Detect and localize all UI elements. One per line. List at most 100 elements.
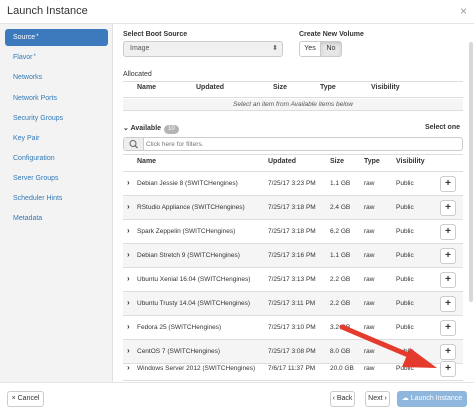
available-col-visibility: Visibility: [396, 158, 425, 165]
allocate-button[interactable]: +: [440, 224, 456, 240]
image-name: Debian Jessie 8 (SWITCHengines): [137, 180, 238, 187]
create-volume-label: Create New Volume: [299, 31, 364, 38]
sidebar-item-network-ports[interactable]: Network Ports: [5, 90, 108, 107]
sidebar-item-label: Flavor: [13, 54, 33, 61]
allocate-button[interactable]: +: [440, 248, 456, 264]
chevron-right-icon[interactable]: ›: [127, 178, 130, 187]
sidebar-item-flavor[interactable]: Flavor*: [5, 49, 108, 66]
sidebar-item-label: Source: [13, 34, 36, 41]
allocated-col-updated: Updated: [196, 84, 224, 91]
image-row[interactable]: › Fedora 25 (SWITCHengines) 7/25/17 3:10…: [123, 316, 463, 340]
filter-bar[interactable]: [123, 137, 463, 151]
cancel-label: Cancel: [17, 395, 40, 402]
image-size: 3.2 GB: [330, 324, 351, 331]
sidebar-item-label: Server Groups: [13, 175, 59, 182]
available-col-name: Name: [137, 158, 157, 165]
allocate-button[interactable]: +: [440, 176, 456, 192]
image-name: Debian Stretch 9 (SWITCHengines): [137, 252, 240, 259]
filter-input[interactable]: [146, 139, 446, 149]
image-updated: 7/25/17 3:23 PM: [268, 180, 316, 187]
image-name: RStudio Appliance (SWITCHengines): [137, 204, 245, 211]
image-size: 2.2 GB: [330, 276, 351, 283]
required-marker: *: [36, 34, 39, 40]
allocate-button[interactable]: +: [440, 320, 456, 336]
image-row[interactable]: › Spark Zeppelin (SWITCHengines) 7/25/17…: [123, 220, 463, 244]
launch-label: Launch Instance: [410, 395, 463, 402]
chevron-right-icon: ›: [382, 395, 387, 402]
cancel-button[interactable]: × Cancel: [7, 391, 44, 407]
image-visibility: Public: [396, 180, 414, 187]
chevron-right-icon[interactable]: ›: [127, 202, 130, 211]
sidebar-item-label: Networks: [13, 74, 43, 81]
sidebar-item-server-groups[interactable]: Server Groups: [5, 170, 108, 187]
image-type: raw: [364, 300, 375, 307]
image-row[interactable]: › Ubuntu Xenial 16.04 (SWITCHengines) 7/…: [123, 268, 463, 292]
image-updated: 7/25/17 3:10 PM: [268, 324, 316, 331]
image-row[interactable]: › Debian Jessie 8 (SWITCHengines) 7/25/1…: [123, 172, 463, 196]
allocate-button[interactable]: +: [440, 361, 456, 377]
image-row[interactable]: › RStudio Appliance (SWITCHengines) 7/25…: [123, 196, 463, 220]
back-label: Back: [336, 395, 353, 402]
sidebar-item-key-pair[interactable]: Key Pair: [5, 130, 108, 147]
available-count-badge: 10: [164, 125, 179, 134]
create-volume-no-button[interactable]: No: [321, 41, 342, 57]
create-volume-yes-button[interactable]: Yes: [299, 41, 321, 57]
chevron-right-icon[interactable]: ›: [127, 346, 130, 355]
sidebar-item-metadata[interactable]: Metadata: [5, 210, 108, 227]
sidebar-item-label: Metadata: [13, 215, 43, 222]
image-updated: 7/25/17 3:13 PM: [268, 276, 316, 283]
allocate-button[interactable]: +: [440, 200, 456, 216]
launch-instance-button[interactable]: ☁ Launch Instance: [397, 391, 467, 407]
sidebar-item-source[interactable]: Source*: [5, 29, 108, 46]
image-size: 1.1 GB: [330, 252, 351, 259]
boot-source-label: Select Boot Source: [123, 31, 188, 38]
image-updated: 7/25/17 3:16 PM: [268, 252, 316, 259]
chevron-right-icon[interactable]: ›: [127, 363, 130, 372]
divider: [123, 97, 463, 98]
available-toggle[interactable]: ⌄ Available 10: [123, 124, 179, 134]
image-row[interactable]: › Windows Server 2012 (SWITCHengines) 7/…: [123, 357, 463, 381]
scrollbar[interactable]: [469, 42, 473, 302]
sidebar-item-configuration[interactable]: Configuration: [5, 150, 108, 167]
image-size: 20.0 GB: [330, 365, 354, 372]
image-row[interactable]: › Debian Stretch 9 (SWITCHengines) 7/25/…: [123, 244, 463, 268]
image-size: 6.2 GB: [330, 228, 351, 235]
back-button[interactable]: ‹ Back: [330, 391, 355, 407]
available-col-size: Size: [330, 158, 345, 165]
close-icon[interactable]: ×: [460, 4, 467, 18]
image-type: raw: [364, 252, 375, 259]
sidebar-item-scheduler-hints[interactable]: Scheduler Hints: [5, 190, 108, 207]
next-button[interactable]: Next ›: [365, 391, 390, 407]
image-visibility: Public: [396, 252, 414, 259]
chevron-right-icon[interactable]: ›: [127, 274, 130, 283]
allocate-button[interactable]: +: [440, 296, 456, 312]
allocate-button[interactable]: +: [440, 272, 456, 288]
modal-footer: × Cancel ‹ Back Next › ☁ Launch Instance: [0, 382, 474, 413]
boot-source-select[interactable]: Image ⬍: [123, 41, 283, 57]
select-arrows-icon: ⬍: [272, 45, 278, 52]
image-visibility: Public: [396, 365, 414, 372]
image-name: Ubuntu Trusty 14.04 (SWITCHengines): [137, 300, 251, 307]
allocated-col-type: Type: [320, 84, 336, 91]
image-updated: 7/25/17 3:11 PM: [268, 300, 316, 307]
image-size: 2.2 GB: [330, 300, 351, 307]
available-label: Available: [130, 125, 162, 132]
image-type: raw: [364, 204, 375, 211]
boot-source-value: Image: [130, 45, 150, 52]
image-visibility: Public: [396, 300, 414, 307]
image-name: Windows Server 2012 (SWITCHengines): [137, 365, 256, 372]
next-label: Next: [368, 395, 383, 402]
chevron-right-icon[interactable]: ›: [127, 250, 130, 259]
sidebar-item-security-groups[interactable]: Security Groups: [5, 110, 108, 127]
image-row[interactable]: › Ubuntu Trusty 14.04 (SWITCHengines) 7/…: [123, 292, 463, 316]
image-updated: 7/25/17 3:08 PM: [268, 348, 316, 355]
available-col-updated: Updated: [268, 158, 296, 165]
chevron-right-icon[interactable]: ›: [127, 322, 130, 331]
image-type: raw: [364, 276, 375, 283]
sidebar-item-networks[interactable]: Networks: [5, 69, 108, 86]
image-type: raw: [364, 348, 375, 355]
chevron-right-icon[interactable]: ›: [127, 226, 130, 235]
select-one-hint: Select one: [424, 124, 460, 131]
chevron-right-icon[interactable]: ›: [127, 298, 130, 307]
image-size: 1.1 GB: [330, 180, 351, 187]
